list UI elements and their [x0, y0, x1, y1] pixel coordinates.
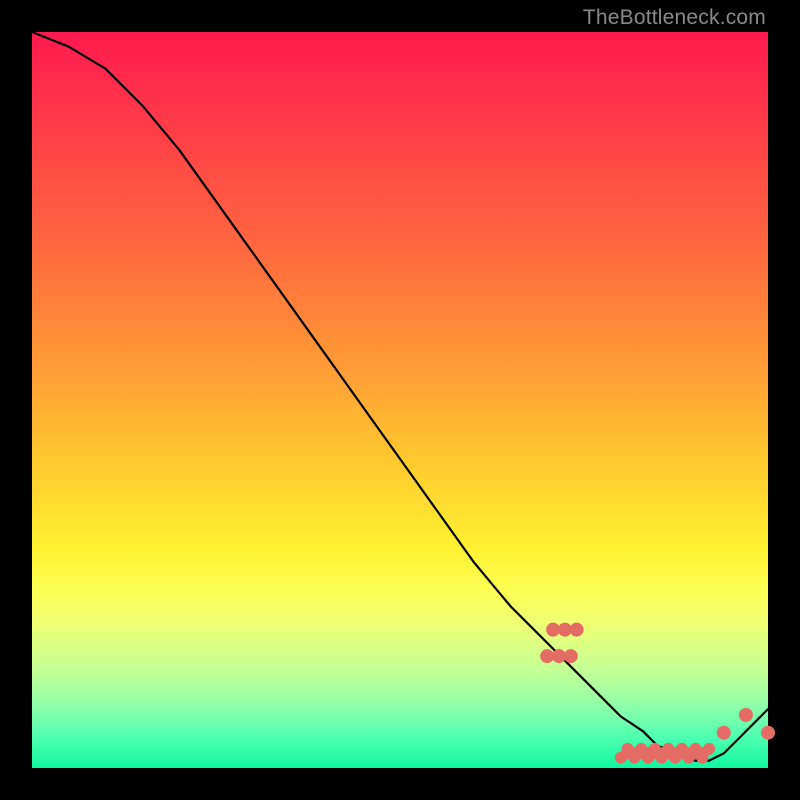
data-marker: [570, 623, 583, 636]
data-marker: [558, 623, 571, 636]
bottleneck-curve: [32, 32, 768, 761]
attribution-label: TheBottleneck.com: [583, 6, 766, 30]
data-marker: [739, 709, 752, 722]
data-marker: [762, 726, 775, 739]
chart-overlay: [32, 32, 768, 768]
data-marker: [553, 650, 566, 663]
data-marker: [547, 623, 560, 636]
data-marker: [564, 650, 577, 663]
plot-area: [32, 32, 768, 768]
chart-frame: TheBottleneck.com: [0, 0, 800, 800]
data-marker: [704, 743, 715, 754]
data-marker: [541, 650, 554, 663]
data-marker: [717, 726, 730, 739]
marker-layer: [541, 623, 775, 763]
